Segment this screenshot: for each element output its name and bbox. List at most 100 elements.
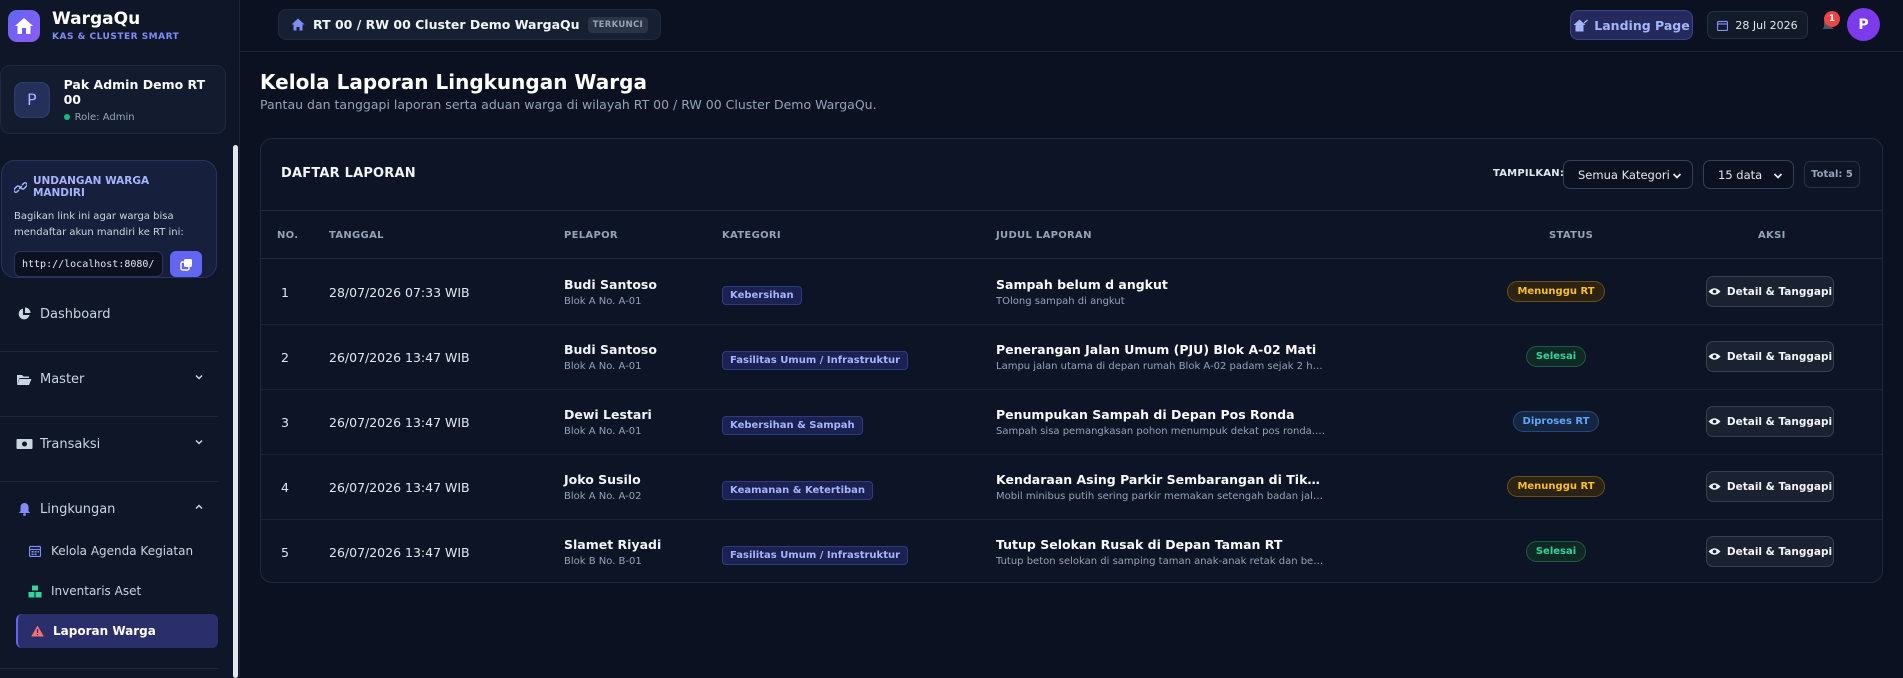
chevron-up-icon: [195, 504, 203, 510]
reporter-name: Budi Santoso: [564, 342, 657, 357]
reporter-name: Dewi Lestari: [564, 407, 652, 422]
row-date: 26/07/2026 13:47 WIB: [329, 415, 470, 430]
invite-card: UNDANGAN WARGA MANDIRI Bagikan link ini …: [1, 160, 217, 278]
col-status: STATUS: [1549, 230, 1594, 241]
report-description: Mobil minibus putih sering parkir memaka…: [996, 491, 1326, 502]
copy-icon: [179, 258, 192, 271]
category-filter-value: Semua Kategori: [1578, 167, 1670, 182]
detail-respond-button[interactable]: Detail & Tanggapi: [1706, 471, 1834, 502]
nav-divider: [0, 351, 218, 352]
reporter-address: Blok B No. B-01: [564, 556, 642, 567]
category-filter-select[interactable]: Semua Kategori: [1563, 160, 1693, 189]
detail-respond-button[interactable]: Detail & Tanggapi: [1706, 276, 1834, 307]
col-aksi: AKSI: [1758, 230, 1786, 241]
table-row: 2 26/07/2026 13:47 WIB Budi Santoso Blok …: [261, 325, 1882, 390]
nav-sub-inventaris[interactable]: Inventaris Aset: [16, 574, 218, 608]
report-description: Sampah sisa pemangkasan pohon menumpuk d…: [996, 426, 1326, 437]
row-number: 5: [281, 545, 289, 560]
invite-title: UNDANGAN WARGA MANDIRI: [32, 175, 150, 199]
nav-sub-laporan[interactable]: Laporan Warga: [16, 614, 218, 648]
category-chip: Keamanan & Ketertiban: [722, 481, 874, 500]
reporter-name: Slamet Riyadi: [564, 537, 662, 552]
report-description: Lampu jalan utama di depan rumah Blok A-…: [996, 361, 1326, 372]
nav-dashboard-label: Dashboard: [40, 306, 111, 322]
eye-icon: [1708, 418, 1721, 425]
row-number: 4: [281, 480, 289, 495]
money-icon: [16, 439, 32, 449]
bell-icon: [18, 503, 30, 516]
detail-respond-button[interactable]: Detail & Tanggapi: [1706, 406, 1834, 437]
row-number: 3: [281, 415, 289, 430]
nav-divider: [0, 481, 218, 482]
card-title: DAFTAR LAPORAN: [281, 166, 416, 181]
boxes-icon: [28, 585, 42, 597]
profile-avatar[interactable]: P: [1847, 8, 1880, 41]
col-judul: JUDUL LAPORAN: [996, 230, 1092, 241]
row-number: 2: [281, 350, 289, 365]
copy-link-button[interactable]: [170, 251, 202, 277]
brand-name: WargaQu: [52, 9, 141, 29]
warning-triangle-icon: [30, 625, 44, 637]
house-logo-icon: [8, 10, 40, 42]
invite-link-input[interactable]: [14, 251, 163, 277]
row-date: 26/07/2026 13:47 WIB: [329, 350, 470, 365]
reporter-address: Blok A No. A-01: [564, 296, 642, 307]
nav-dashboard[interactable]: Dashboard: [0, 290, 218, 338]
reporter-name: Joko Susilo: [564, 472, 641, 487]
col-pelapor: PELAPOR: [564, 230, 618, 241]
calendar-icon: [29, 545, 41, 557]
status-badge: Selesai: [1525, 346, 1587, 367]
col-tanggal: TANGGAL: [329, 230, 384, 241]
row-date: 26/07/2026 13:47 WIB: [329, 545, 470, 560]
page-size-select[interactable]: 15 data: [1703, 160, 1794, 189]
report-title: Sampah belum d angkut: [996, 277, 1168, 292]
eye-icon: [1708, 483, 1721, 490]
detail-respond-button[interactable]: Detail & Tanggapi: [1706, 536, 1834, 567]
reporter-address: Blok A No. A-01: [564, 361, 642, 372]
detail-respond-label: Detail & Tanggapi: [1726, 350, 1833, 363]
row-date: 26/07/2026 13:47 WIB: [329, 480, 470, 495]
status-badge: Menunggu RT: [1507, 281, 1605, 302]
link-icon: [14, 181, 27, 193]
breadcrumb-label: RT 00 / RW 00 Cluster Demo WargaQu: [313, 17, 580, 32]
status-badge: Diproses RT: [1512, 411, 1600, 432]
show-label: TAMPILKAN:: [1493, 168, 1565, 179]
nav-sub-agenda-label: Kelola Agenda Kegiatan: [51, 544, 194, 558]
category-chip: Fasilitas Umum / Infrastruktur: [722, 351, 909, 370]
row-date: 28/07/2026 07:33 WIB: [329, 285, 470, 300]
nav-transaksi[interactable]: Transaksi: [0, 420, 218, 468]
detail-respond-button[interactable]: Detail & Tanggapi: [1706, 341, 1834, 372]
table-row: 4 26/07/2026 13:47 WIB Joko Susilo Blok A…: [261, 455, 1882, 520]
locked-badge: TERKUNCI: [587, 16, 648, 33]
reporter-name: Budi Santoso: [564, 277, 657, 292]
chevron-down-icon: [1672, 173, 1682, 179]
landing-page-label: Landing Page: [1594, 17, 1690, 33]
landing-page-button[interactable]: Landing Page: [1570, 10, 1693, 40]
report-table-card: DAFTAR LAPORAN TAMPILKAN: Semua Kategori…: [260, 138, 1883, 583]
nav-sub-inventaris-label: Inventaris Aset: [51, 584, 142, 598]
date-chip: 28 Jul 2026: [1707, 11, 1808, 39]
col-kategori: KATEGORI: [722, 230, 781, 241]
category-chip: Kebersihan: [722, 286, 802, 305]
brand[interactable]: WargaQu KAS & CLUSTER SMART: [8, 4, 179, 48]
reporter-address: Blok A No. A-01: [564, 426, 642, 437]
notification-count-badge: 1: [1824, 11, 1840, 27]
nav-sub-agenda[interactable]: Kelola Agenda Kegiatan: [16, 534, 218, 568]
table-row: 5 26/07/2026 13:47 WIB Slamet Riyadi Blok…: [261, 520, 1882, 582]
nav-master-label: Master: [40, 371, 85, 387]
nav-master[interactable]: Master: [0, 355, 218, 403]
col-no: NO.: [277, 230, 299, 241]
status-badge: Menunggu RT: [1507, 476, 1605, 497]
chevron-down-icon: [1773, 173, 1783, 179]
eye-icon: [1708, 353, 1721, 360]
user-card: P Pak Admin Demo RT 00 Role: Admin: [0, 65, 226, 134]
sidebar-scrollbar[interactable]: [233, 145, 238, 678]
nav-lingkungan[interactable]: Lingkungan: [0, 485, 218, 533]
chevron-down-icon: [195, 374, 203, 380]
report-title: Penumpukan Sampah di Depan Pos Ronda: [996, 407, 1295, 422]
table-row: 3 26/07/2026 13:47 WIB Dewi Lestari Blok …: [261, 390, 1882, 455]
category-chip: Kebersihan & Sampah: [722, 416, 863, 435]
status-badge: Selesai: [1525, 541, 1587, 562]
nav-lingkungan-label: Lingkungan: [40, 501, 116, 517]
calendar-icon: [1717, 20, 1729, 31]
